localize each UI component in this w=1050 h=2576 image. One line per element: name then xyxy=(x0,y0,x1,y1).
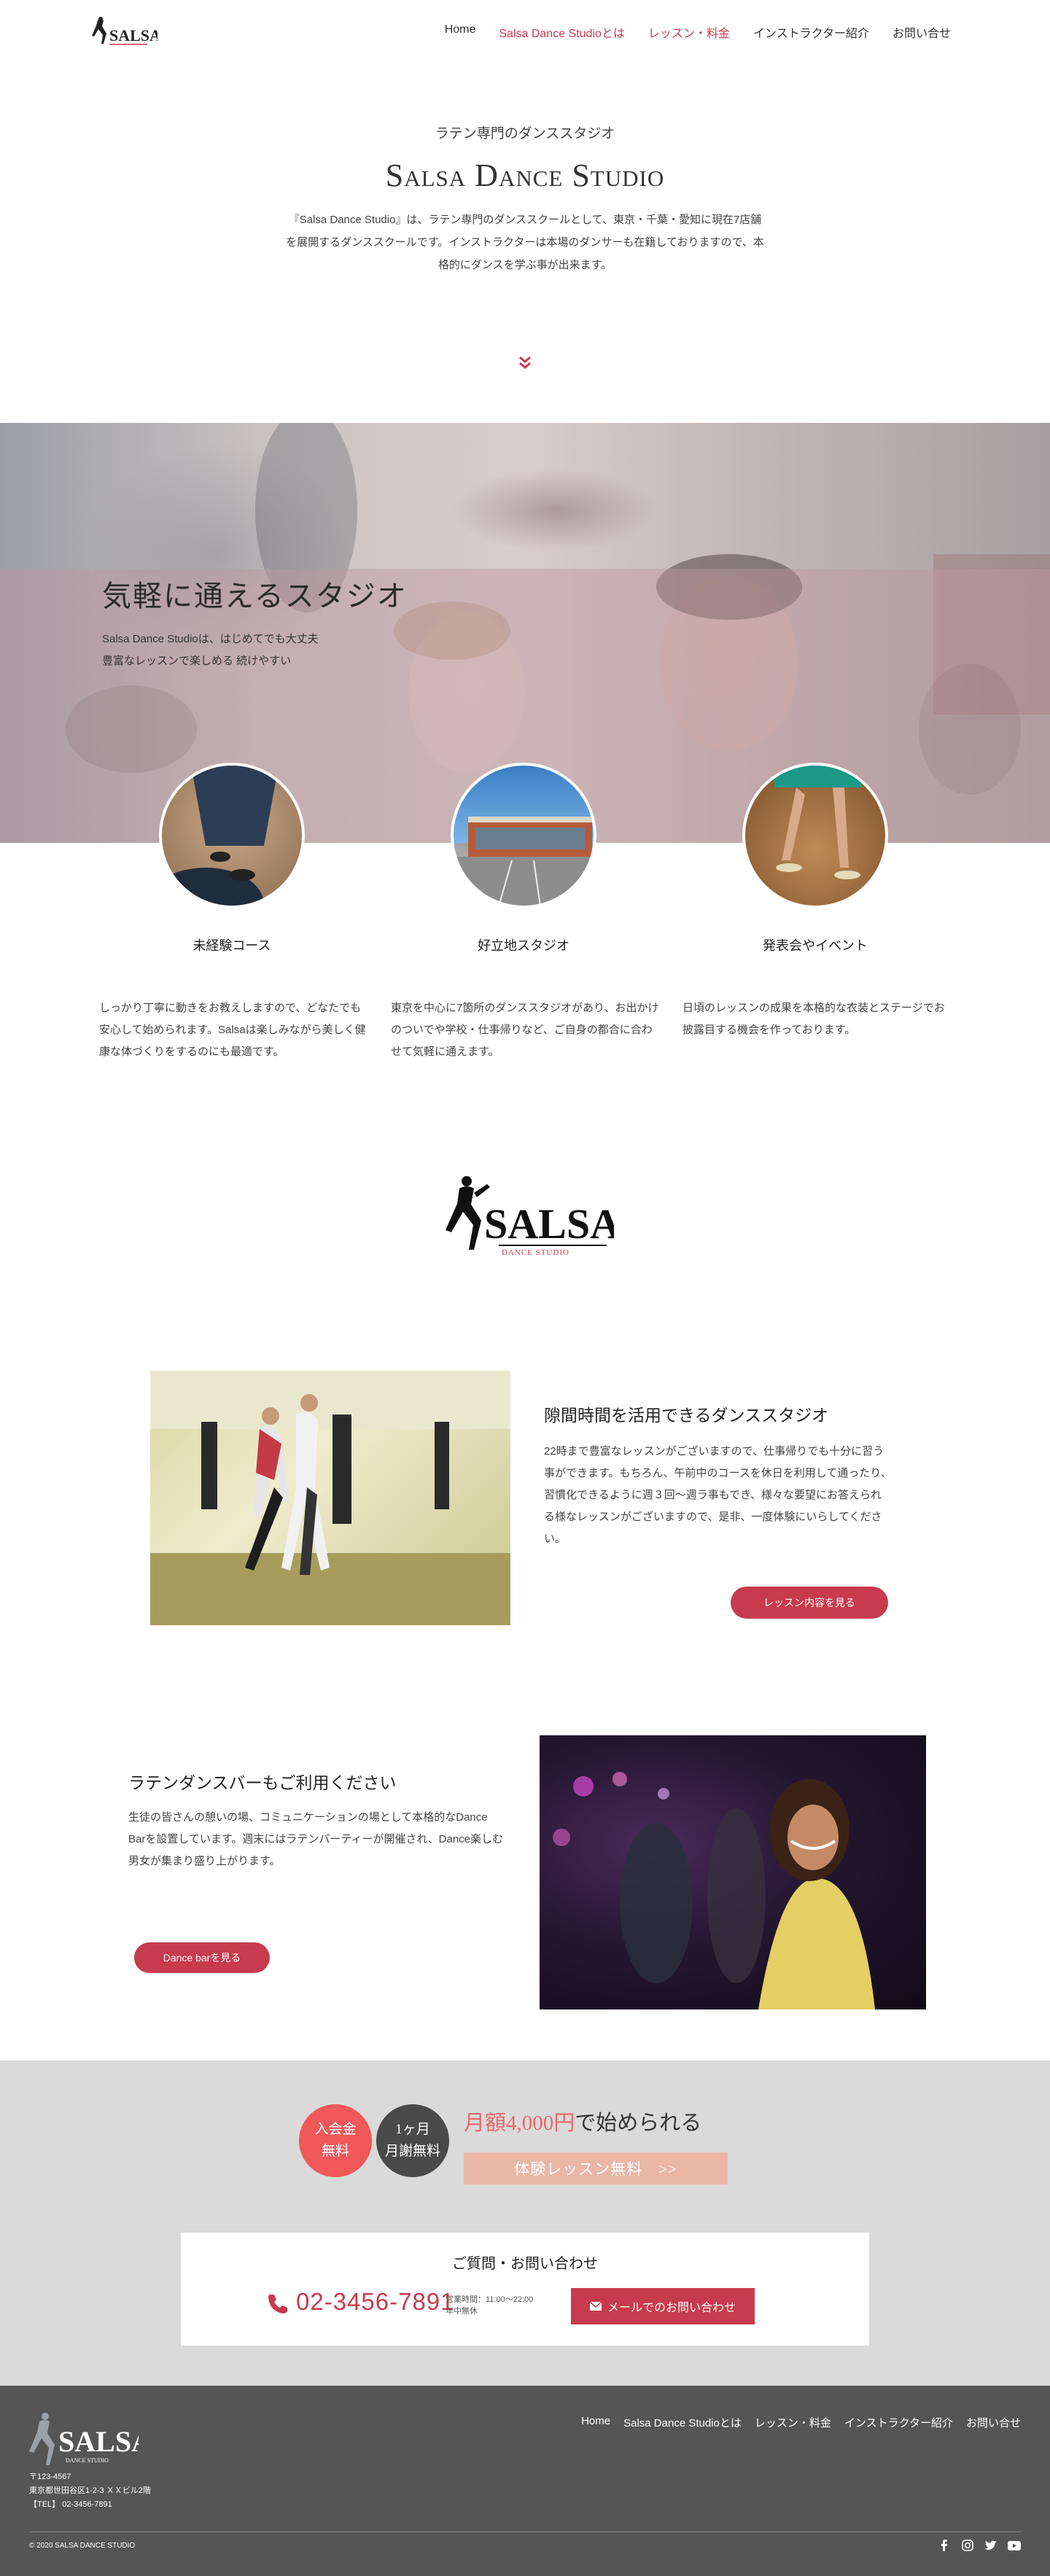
hero-text: Salsa Dance Studioは、はじめてでも大丈夫 豊富なレッスンで楽し… xyxy=(102,629,319,672)
svg-text:DANCE STUDIO: DANCE STUDIO xyxy=(502,1248,569,1257)
cta-section: 入会金 無料 1ヶ月 月謝無料 月額4,000円で始められる 体験レッスン無料 … xyxy=(0,2061,1050,2386)
hero-text-line: Salsa Dance Studioは、はじめてでも大丈夫 xyxy=(102,633,319,645)
feature-image-beginner xyxy=(159,763,305,908)
block2-title: ラテンダンスバーもご利用ください xyxy=(128,1774,397,1792)
feature-image-studio xyxy=(451,763,596,908)
footer-address: 〒123-4567 東京都世田谷区1-2-3 ＸＸビル2階 【TEL】 02-3… xyxy=(29,2470,151,2512)
hero-text-line: 豊富なレッスンで楽しめる 続けやすい xyxy=(102,655,292,667)
feature-text-beginner: しっかり丁寧に動きをお教えしますので、どなたでも安心して始められます。Salsa… xyxy=(99,1002,366,1058)
site-header: SALSA Home Salsa Dance Studioとは レッスン・料金 … xyxy=(0,0,1050,66)
nav-contact[interactable]: お問い合せ xyxy=(892,23,951,41)
salsa-dance-studio-logo: SALSA DANCE STUDIO xyxy=(446,1176,614,1257)
nav-home[interactable]: Home xyxy=(445,23,476,41)
svg-text:SALSA: SALSA xyxy=(58,2425,139,2458)
svg-text:DANCE STUDIO: DANCE STUDIO xyxy=(66,2457,109,2464)
dance-class-photo xyxy=(150,1371,510,1625)
hours-line: 年中無休 xyxy=(446,2307,478,2316)
feature-text-events: 日頃のレッスンの成果を本格的な衣装とステージでお披露目する機会を作っております。 xyxy=(682,1002,945,1036)
phone-icon xyxy=(268,2294,287,2314)
feature-title-beginner: 未経験コース xyxy=(192,938,271,953)
contact-box: ご質問・お問い合わせ 02-3456-7891 営業時間：11:00〜22:00… xyxy=(181,2233,869,2346)
badge-line: 1ヶ月 xyxy=(395,2122,430,2137)
footer-nav-about[interactable]: Salsa Dance Studioとは xyxy=(623,2415,742,2430)
price-suffix: で始められる xyxy=(575,2112,702,2135)
hero-title: 気軽に通えるスタジオ xyxy=(102,580,408,612)
copyright: © 2020 SALSA DANCE STUDIO xyxy=(29,2542,136,2550)
intro-text: 『Salsa Dance Studio』は、ラテン専門のダンススクールとして、東… xyxy=(286,214,764,271)
badge-line: 月謝無料 xyxy=(384,2144,440,2159)
block1-title: 隙間時間を活用できるダンススタジオ xyxy=(544,1406,829,1425)
price-headline: 月額4,000円で始められる xyxy=(464,2106,701,2136)
block2-text: 生徒の皆さんの憩いの場、コミュニケーションの場として本格的なDance Barを… xyxy=(128,1811,504,1867)
badge-line: 入会金 xyxy=(314,2122,357,2137)
footer-logo[interactable]: SALSA DANCE STUDIO xyxy=(29,2409,139,2467)
block1-text: 22時まで豊富なレッスンがございますので、仕事帰りでも十分に習う事ができます。も… xyxy=(544,1445,892,1545)
svg-text:SALSA: SALSA xyxy=(484,1200,614,1248)
footer-nav-contact[interactable]: お問い合せ xyxy=(966,2415,1021,2430)
badge-line: 無料 xyxy=(321,2144,349,2159)
footer-nav-instructors[interactable]: インストラクター紹介 xyxy=(844,2415,953,2430)
free-trial-button[interactable]: 体験レッスン無料 >> xyxy=(464,2152,728,2184)
address-line: 〒123-4567 xyxy=(29,2472,71,2481)
feature-title-events: 発表会やイベント xyxy=(763,938,868,953)
intro-title: Salsa Dance Studio xyxy=(385,157,665,193)
footer-nav-home[interactable]: Home xyxy=(581,2415,610,2430)
intro-eyebrow: ラテン専門のダンススタジオ xyxy=(435,126,615,141)
feature-title-studio: 好立地スタジオ xyxy=(478,938,569,953)
site-footer: SALSA DANCE STUDIO Home Salsa Dance Stud… xyxy=(0,2386,1050,2576)
address-line: 【TEL】 02-3456-7891 xyxy=(29,2500,112,2509)
envelope-icon xyxy=(589,2302,602,2311)
youtube-icon[interactable] xyxy=(1008,2539,1021,2552)
dance-bar-photo xyxy=(540,1735,926,2009)
feature-image-events xyxy=(742,763,888,908)
footer-nav-lessons[interactable]: レッスン・料金 xyxy=(755,2415,831,2430)
lesson-details-button[interactable]: レッスン内容を見る xyxy=(731,1587,888,1619)
instagram-icon[interactable] xyxy=(961,2539,974,2552)
svg-text:SALSA: SALSA xyxy=(109,26,158,44)
business-hours: 営業時間：11:00〜22:00 年中無休 xyxy=(446,2294,533,2317)
facebook-icon[interactable] xyxy=(938,2539,951,2552)
hours-line: 営業時間：11:00〜22:00 xyxy=(446,2295,534,2304)
social-links xyxy=(938,2539,1021,2552)
contact-title: ご質問・お問い合わせ xyxy=(452,2256,598,2272)
free-enrollment-badge: 入会金 無料 xyxy=(299,2104,372,2177)
email-contact-button[interactable]: メールでのお問い合わせ xyxy=(571,2288,755,2324)
footer-nav: Home Salsa Dance Studioとは レッスン・料金 インストラク… xyxy=(581,2415,1021,2430)
dance-bar-button[interactable]: Dance barを見る xyxy=(134,1942,270,1973)
free-month-badge: 1ヶ月 月謝無料 xyxy=(376,2104,449,2177)
double-chevron-down-icon[interactable] xyxy=(516,353,534,372)
salsa-logo[interactable]: SALSA xyxy=(88,15,158,51)
price-amount: 月額4,000円 xyxy=(464,2112,575,2135)
main-nav: Home Salsa Dance Studioとは レッスン・料金 インストラク… xyxy=(445,23,951,41)
email-contact-label: メールでのお問い合わせ xyxy=(607,2302,736,2314)
twitter-icon[interactable] xyxy=(984,2539,998,2552)
phone-number[interactable]: 02-3456-7891 xyxy=(296,2288,455,2316)
nav-lessons[interactable]: レッスン・料金 xyxy=(648,23,730,41)
feature-text-studio: 東京を中心に7箇所のダンススタジオがあり、お出かけのついでや学校・仕事帰りなど、… xyxy=(391,1002,659,1058)
nav-instructors[interactable]: インストラクター紹介 xyxy=(753,23,869,41)
nav-about[interactable]: Salsa Dance Studioとは xyxy=(499,23,625,41)
address-line: 東京都世田谷区1-2-3 ＸＸビル2階 xyxy=(29,2486,151,2495)
